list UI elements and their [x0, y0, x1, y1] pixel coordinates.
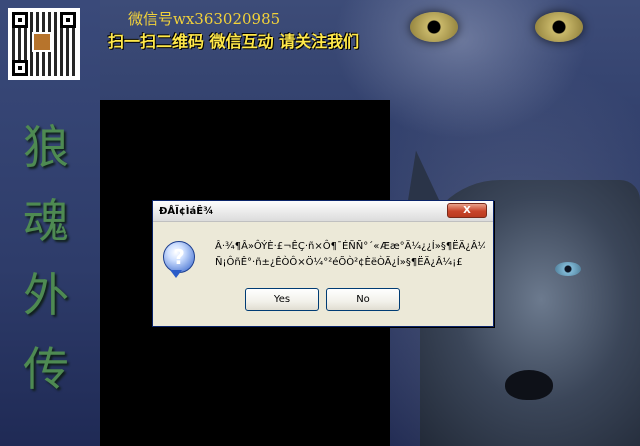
game-title-char: 外 — [23, 268, 69, 322]
message-line: Â·¾¶Â»ÔÝÈ·£¬ÊÇ·ñ×Ô¶¯ÉÑÑ°´«Ææ°Ä¼¿¿Í»§¶ËÄ¿… — [215, 241, 485, 252]
scan-qr-text: 扫一扫二维码 微信互动 请关注我们 — [108, 32, 360, 51]
wechat-id-text: 微信号wx363020985 — [128, 10, 281, 28]
close-button[interactable]: X — [447, 203, 487, 218]
game-title-char: 魂 — [23, 194, 69, 248]
qr-logo — [32, 32, 52, 52]
game-title-vertical: 狼 魂 外 传 — [16, 110, 76, 406]
no-button[interactable]: No — [326, 288, 400, 311]
wolf-eye — [555, 262, 581, 276]
dialog-title: ÐÅÏ¢ÌáÊ¾ — [159, 205, 214, 217]
yes-button-label: Yes — [273, 294, 291, 305]
wolf-eye — [410, 12, 458, 42]
qr-finder — [12, 12, 28, 28]
no-button-label: No — [356, 294, 370, 305]
qr-finder — [12, 60, 28, 76]
question-icon: ? — [163, 241, 195, 278]
wolf-nose — [505, 370, 553, 400]
wolf-eye — [535, 12, 583, 42]
dialog-titlebar[interactable]: ÐÅÏ¢ÌáÊ¾ X — [153, 201, 493, 222]
qr-finder — [60, 12, 76, 28]
game-title-char: 传 — [23, 342, 69, 396]
message-dialog: ÐÅÏ¢ÌáÊ¾ X ? Â·¾¶Â»ÔÝÈ·£¬ÊÇ·ñ×Ô¶¯ÉÑÑ°´«Æ… — [152, 200, 494, 327]
close-icon: X — [463, 205, 471, 216]
game-title-char: 狼 — [23, 120, 69, 174]
yes-button[interactable]: Yes — [245, 288, 319, 311]
message-line: Ñ¡ÔñÊ°·ñ±¿ÊÒÔ×Ö¼°²éÕÒ²¢ÈëÒÃ¿Í»§¶ËÄ¿Â¼¡£ — [215, 257, 463, 268]
dialog-message: Â·¾¶Â»ÔÝÈ·£¬ÊÇ·ñ×Ô¶¯ÉÑÑ°´«Ææ°Ä¼¿¿Í»§¶ËÄ¿… — [215, 239, 485, 271]
qr-code — [8, 8, 80, 80]
